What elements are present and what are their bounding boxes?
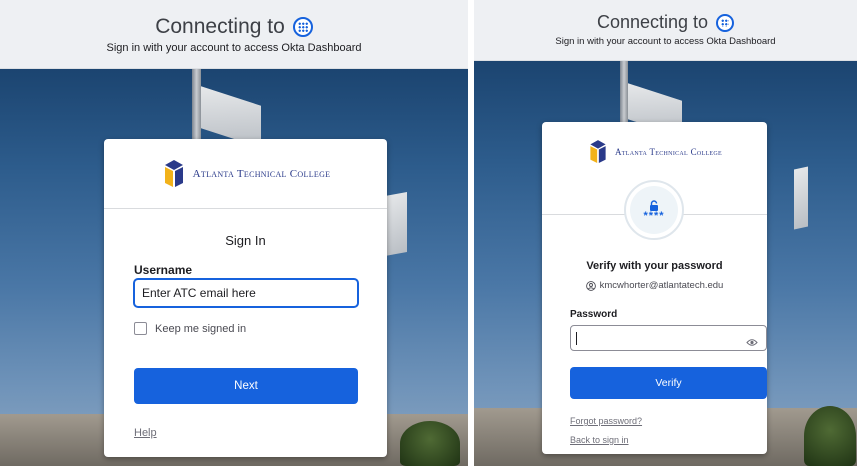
password-badge-inner: **** — [630, 186, 678, 234]
header-title: Connecting to — [596, 12, 735, 33]
verify-card: Atlanta Technical College **** Verify wi… — [542, 122, 767, 454]
password-label: Password — [570, 309, 618, 320]
next-button-label: Next — [234, 380, 258, 392]
username-label: Username — [134, 263, 193, 277]
signin-card: Atlanta Technical College Sign In Userna… — [104, 139, 387, 457]
verify-heading: Verify with your password — [586, 260, 723, 272]
connecting-header: Connecting to Sign in with your account … — [0, 0, 468, 69]
college-logo-text: Atlanta Technical College — [192, 168, 331, 180]
verify-button-label: Verify — [655, 377, 682, 389]
header-subtitle: Sign in with your account to access Okta… — [106, 42, 362, 54]
user-icon — [585, 280, 596, 291]
keep-signed-in-label: Keep me signed in — [155, 322, 247, 335]
back-to-signin-link[interactable]: Back to sign in — [570, 435, 629, 445]
okta-dashboard-icon — [292, 17, 313, 37]
header-title: Connecting to — [155, 15, 313, 39]
username-input[interactable]: Enter ATC email here — [134, 279, 358, 307]
user-email: kmcwhorter@atlantatech.edu — [599, 280, 724, 291]
okta-dashboard-icon — [716, 13, 735, 32]
password-badge-text: **** — [643, 210, 665, 222]
college-logo-mark-icon — [587, 139, 609, 165]
keep-signed-in-checkbox[interactable] — [134, 322, 147, 335]
tree — [400, 421, 460, 466]
keep-signed-in[interactable]: Keep me signed in — [134, 322, 246, 335]
lock-icon — [649, 198, 659, 211]
college-logo: Atlanta Technical College — [104, 159, 387, 189]
tree — [804, 406, 856, 466]
flag-right — [794, 166, 808, 230]
signin-panel: Connecting to Sign in with your account … — [0, 0, 468, 466]
header-subtitle: Sign in with your account to access Okta… — [555, 36, 776, 47]
username-input-value: Enter ATC email here — [142, 286, 256, 300]
college-logo: Atlanta Technical College — [542, 139, 767, 165]
password-badge: **** — [624, 180, 684, 240]
card-divider — [104, 208, 387, 209]
header-title-text: Connecting to — [596, 12, 709, 32]
show-password-eye-icon[interactable] — [746, 334, 758, 346]
forgot-password-link[interactable]: Forgot password? — [570, 416, 642, 426]
connecting-header: Connecting to Sign in with your account … — [474, 0, 857, 61]
user-identifier: kmcwhorter@atlantatech.edu — [542, 280, 767, 291]
flag-right — [385, 192, 407, 256]
password-input[interactable] — [570, 325, 767, 351]
next-button[interactable]: Next — [134, 368, 358, 404]
verify-panel: Connecting to Sign in with your account … — [474, 0, 857, 466]
college-logo-mark-icon — [161, 159, 187, 189]
help-link[interactable]: Help — [134, 427, 157, 439]
verify-button[interactable]: Verify — [570, 367, 767, 399]
text-cursor — [576, 332, 577, 345]
college-logo-text: Atlanta Technical College — [614, 147, 722, 157]
signin-heading: Sign In — [225, 233, 266, 248]
header-title-text: Connecting to — [155, 15, 285, 38]
